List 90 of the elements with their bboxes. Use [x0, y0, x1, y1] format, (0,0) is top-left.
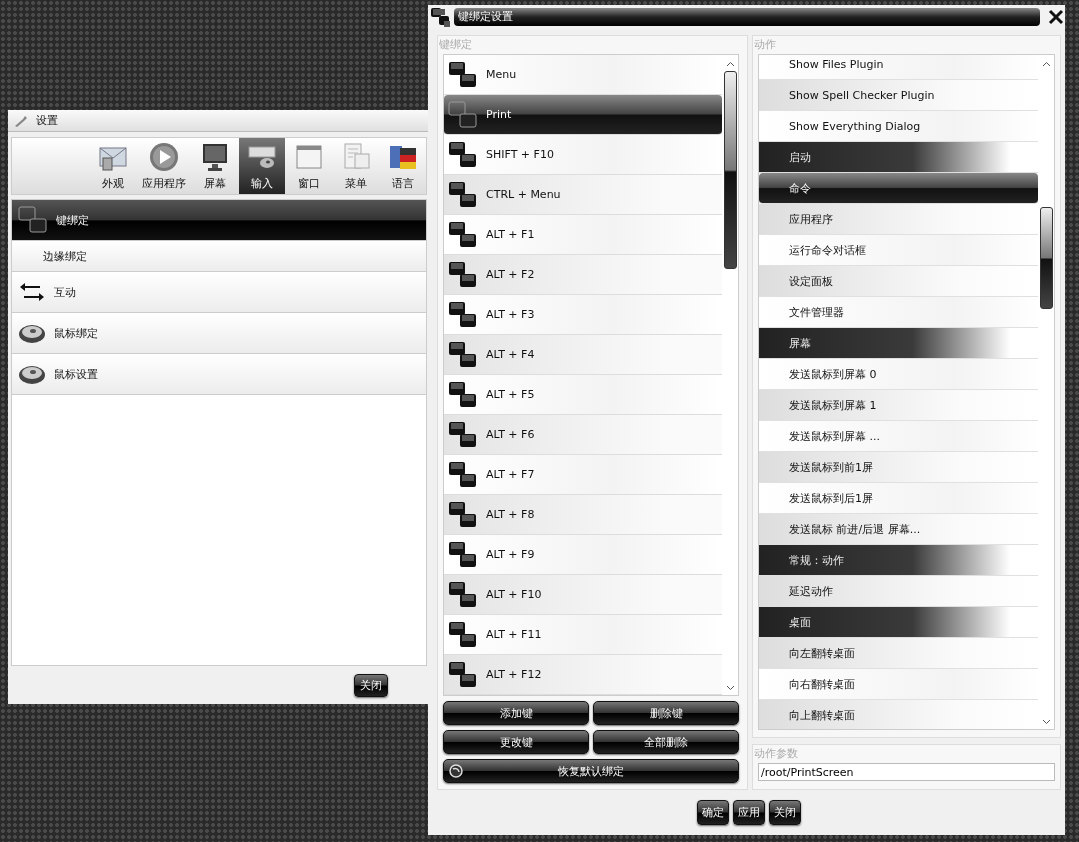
list-item[interactable]: SHIFT + F10 — [444, 135, 722, 175]
toolbar-tab[interactable]: 窗口 — [285, 138, 333, 194]
list-item[interactable]: 向左翻转桌面 — [759, 638, 1038, 669]
list-item[interactable]: ALT + F11 — [444, 615, 722, 655]
restore-icon — [449, 764, 463, 778]
keys-icon — [448, 300, 478, 329]
scroll-up-icon — [725, 61, 735, 67]
list-item[interactable]: ALT + F8 — [444, 495, 722, 535]
close-button[interactable]: 关闭 — [354, 673, 388, 697]
scrollbar-thumb[interactable] — [723, 71, 737, 269]
list-item[interactable]: Show Spell Checker Plugin — [759, 80, 1038, 111]
list-item[interactable]: Show Everything Dialog — [759, 111, 1038, 142]
dialog-button[interactable]: 应用 — [733, 800, 765, 825]
group-label: 键绑定 — [439, 37, 473, 53]
keys-icon — [18, 206, 48, 234]
category-header[interactable]: 常规：动作 — [759, 545, 1038, 576]
list-item[interactable]: ALT + F12 — [444, 655, 722, 695]
keys-icon — [448, 180, 478, 209]
dialog-button[interactable]: 关闭 — [769, 800, 801, 825]
action-button[interactable]: 更改键 — [443, 730, 589, 754]
list-item[interactable]: ALT + F7 — [444, 455, 722, 495]
play-icon — [149, 142, 180, 172]
action-button[interactable]: 全部删除 — [593, 730, 739, 754]
toolbar-tab[interactable]: 输入 — [238, 138, 286, 194]
category-header[interactable]: 屏幕 — [759, 328, 1038, 359]
keys-icon — [448, 660, 478, 689]
action-button[interactable]: 恢复默认绑定 — [443, 759, 739, 783]
list-item[interactable]: CTRL + Menu — [444, 175, 722, 215]
scrollbar-thumb[interactable] — [1039, 207, 1053, 309]
keys-icon — [448, 380, 478, 409]
list-item[interactable]: ALT + F2 — [444, 255, 722, 295]
scroll-up-icon — [1041, 61, 1051, 67]
group-label: 动作参数 — [754, 746, 799, 762]
list-item[interactable]: 文件管理器 — [759, 297, 1038, 328]
keys-icon — [448, 140, 478, 169]
toolbar-tab[interactable]: 外观 — [90, 138, 137, 194]
list-item[interactable]: ALT + F4 — [444, 335, 722, 375]
keys-icon — [448, 580, 478, 609]
toolbar-tab[interactable]: 语言 — [379, 138, 426, 194]
list-item[interactable]: 命令 — [759, 173, 1038, 204]
list-item[interactable]: 运行命令对话框 — [759, 235, 1038, 266]
window-title: 设置 — [36, 113, 58, 128]
action-button[interactable]: 添加键 — [443, 701, 589, 725]
list-item[interactable]: ALT + F6 — [444, 415, 722, 455]
mouse-icon — [18, 363, 46, 385]
list-item[interactable]: Print — [444, 95, 722, 135]
list-item[interactable]: 发送鼠标到屏幕 ... — [759, 421, 1038, 452]
close-icon — [1048, 9, 1064, 25]
list-item[interactable]: 发送鼠标 前进/后退 屏幕... — [759, 514, 1038, 545]
text-field[interactable]: /root/PrintScreen — [758, 763, 1055, 781]
group-label: 动作 — [754, 37, 777, 53]
list-item[interactable]: 发送鼠标到后1屏 — [759, 483, 1038, 514]
keys-icon — [448, 220, 478, 249]
keys-icon — [448, 460, 478, 489]
arrows-icon — [18, 280, 46, 304]
sidebar-item[interactable]: 键绑定 — [12, 200, 426, 241]
category-header[interactable]: 启动 — [759, 142, 1038, 173]
list-item[interactable]: ALT + F10 — [444, 575, 722, 615]
keys-icon — [448, 620, 478, 649]
list-item[interactable]: ALT + F3 — [444, 295, 722, 335]
list-item[interactable]: 延迟动作 — [759, 576, 1038, 607]
keys-icon — [448, 340, 478, 369]
keys-icon — [448, 60, 478, 89]
toolbar-tab[interactable]: 菜单 — [332, 138, 380, 194]
toolbar-tab[interactable]: 屏幕 — [191, 138, 239, 194]
toolbar-tab[interactable]: 应用程序 — [136, 138, 192, 194]
list-item[interactable]: ALT + F5 — [444, 375, 722, 415]
window-title: 键绑定设置 — [454, 8, 1040, 26]
list-item[interactable]: 发送鼠标到前1屏 — [759, 452, 1038, 483]
keys-icon — [448, 540, 478, 569]
list-item[interactable]: 设定面板 — [759, 266, 1038, 297]
scroll-down-icon — [725, 685, 735, 691]
dialog-button[interactable]: 确定 — [697, 800, 729, 825]
keys-icon — [448, 500, 478, 529]
list-item[interactable]: ALT + F9 — [444, 535, 722, 575]
list-item[interactable]: Show Files Plugin — [759, 55, 1038, 80]
action-button[interactable]: 删除键 — [593, 701, 739, 725]
window-icon — [293, 142, 324, 172]
list-item[interactable]: 发送鼠标到屏幕 1 — [759, 390, 1038, 421]
list-item[interactable]: 应用程序 — [759, 204, 1038, 235]
keys-icon — [448, 260, 478, 289]
keys-icon — [448, 100, 478, 129]
category-header[interactable]: 桌面 — [759, 607, 1038, 638]
keys-icon — [448, 420, 478, 449]
list-item[interactable]: ALT + F1 — [444, 215, 722, 255]
mouse-icon — [18, 322, 46, 344]
list-item[interactable]: 发送鼠标到屏幕 0 — [759, 359, 1038, 390]
list-item[interactable]: Menu — [444, 55, 722, 95]
list-item[interactable]: 向右翻转桌面 — [759, 669, 1038, 700]
scroll-down-icon — [1041, 719, 1051, 725]
